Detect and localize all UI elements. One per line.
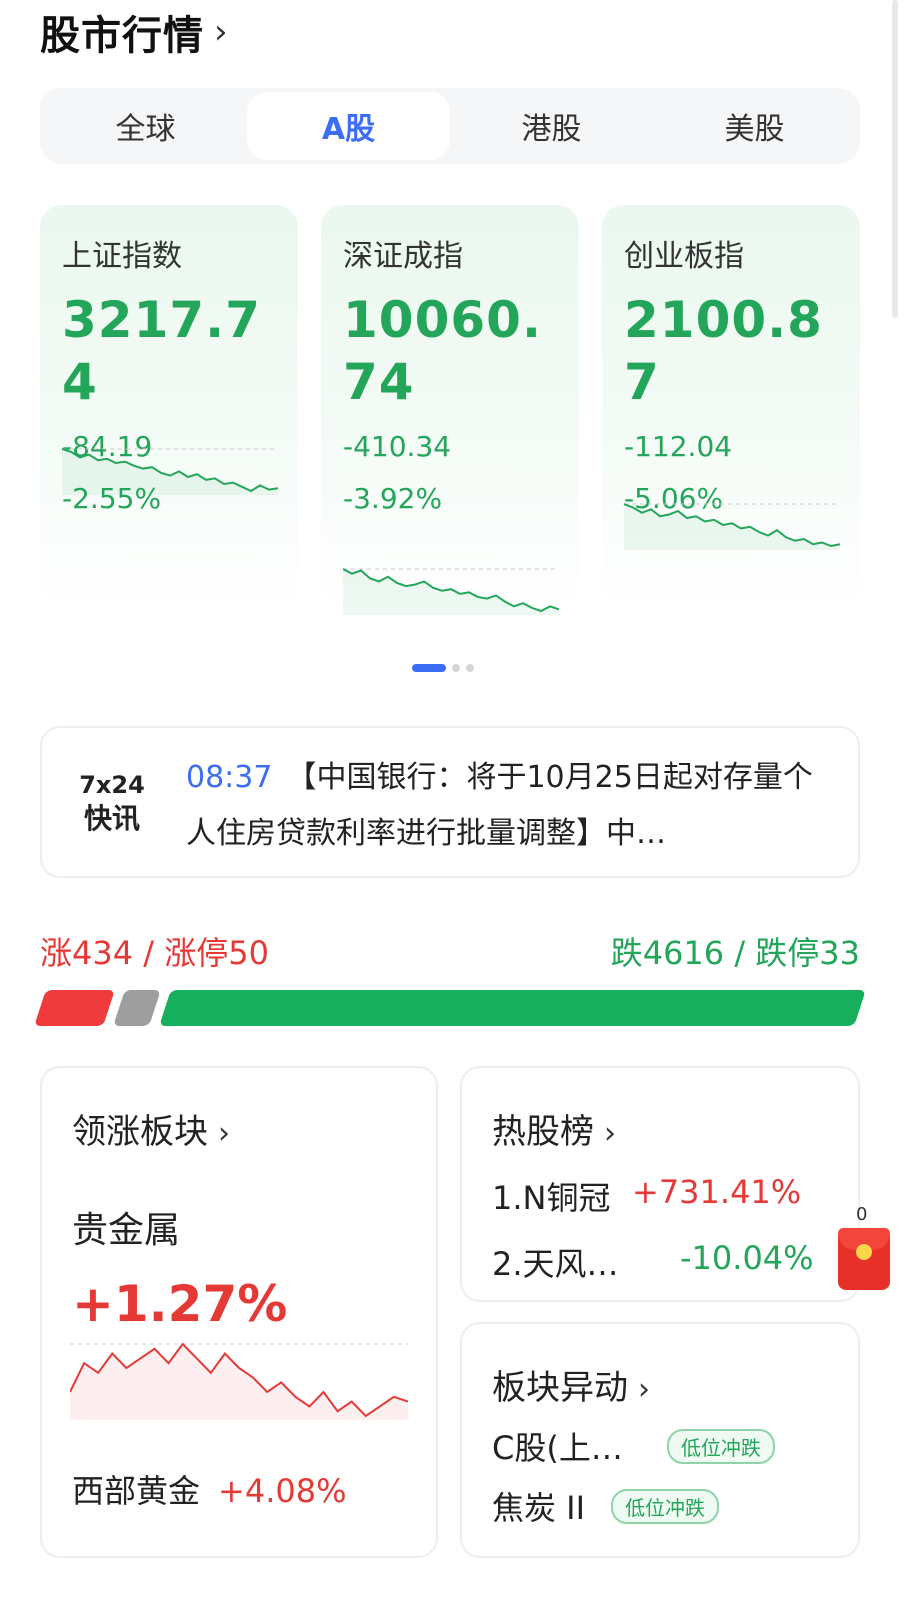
tab-a-shares[interactable]: A股 [247,92,450,160]
index-sparkline [62,448,278,495]
index-change: -112.04 [624,430,733,463]
index-cards: 上证指数 3217.74 -84.19-2.55% 深证成指 10060.74 … [40,205,920,625]
sparkline-area [343,569,559,615]
hot-stock-item[interactable]: 1.N铜冠 +731.41% [492,1173,828,1219]
index-name: 创业板指 [624,239,744,274]
hot-stock-item[interactable]: 2.天风… -10.04% [492,1239,828,1285]
sector-movement-title: 板块异动 › [492,1360,828,1409]
movement-tag: 低位冲跌 [666,1428,775,1464]
pagination-dot[interactable] [466,664,474,672]
index-name: 深证成指 [343,239,463,274]
chevron-right-icon: › [214,12,228,52]
red-packet-coin [856,1244,872,1260]
index-change-row: -410.34 -3.92% [343,421,557,525]
leading-sector-sparkline [70,1342,408,1420]
leading-stock-name: 西部黄金 [72,1472,201,1510]
index-card-shanghai[interactable]: 上证指数 3217.74 -84.19-2.55% [40,205,298,613]
leading-sector-pct: +1.27% [72,1275,288,1333]
panel-title-text: 热股榜 [492,1112,594,1152]
carousel-pagination [412,664,474,672]
breadth-bar-up [34,990,115,1026]
chevron-right-icon: › [604,1116,616,1151]
pagination-dot-active[interactable] [412,664,446,672]
news-time: 08:37 [186,760,273,795]
leading-stock-pct: +4.08% [218,1472,347,1510]
sparkline-area [624,504,840,550]
breadth-bar [34,990,866,1026]
index-value: 10060.74 [343,291,542,411]
index-value: 3217.74 [62,291,261,411]
index-name: 上证指数 [62,239,182,274]
sector-movement-item[interactable]: C股(上… 低位冲跌 [492,1423,828,1469]
hot-stock-pct: +731.41% [632,1173,802,1211]
hot-stock-name: 1.N铜冠 [492,1179,611,1217]
red-packet-icon[interactable] [838,1228,890,1290]
leading-sector-name: 贵金属 [72,1210,181,1251]
page-title: 股市行情 [40,13,204,59]
movement-tag: 低位冲跌 [611,1488,720,1524]
index-sparkline [343,568,559,615]
hot-stocks-panel[interactable]: 热股榜 › 1.N铜冠 +731.41% 2.天风… -10.04% [460,1066,860,1302]
news-badge-line1: 7x24 [79,771,145,799]
leading-sector-panel[interactable]: 领涨板块 › 贵金属 +1.27% 西部黄金 +4.08% [40,1066,438,1558]
chevron-right-icon: › [218,1116,230,1151]
sector-movement-item[interactable]: 焦炭 II 低位冲跌 [492,1483,828,1529]
pagination-dot[interactable] [452,664,460,672]
news-flash-card[interactable]: 7x24 快讯 08:37 【中国银行：将于10月25日起对存量个人住房贷款利率进… [40,726,860,878]
leading-sector-title: 领涨板块 › [72,1104,406,1153]
index-change: -410.34 [343,430,452,463]
chevron-right-icon: › [638,1372,650,1407]
index-card-shenzhen[interactable]: 深证成指 10060.74 -410.34 -3.92% [321,205,579,615]
market-tabs: 全球 A股 港股 美股 [40,88,860,164]
panel-title-text: 板块异动 [492,1368,628,1408]
panel-title-text: 领涨板块 [72,1112,208,1152]
tab-us-shares[interactable]: 美股 [653,92,856,160]
tab-hk-shares[interactable]: 港股 [450,92,653,160]
section-header[interactable]: 股市行情 › [40,4,228,60]
market-breadth: 涨434 / 涨停50 跌4616 / 跌停33 [40,928,860,974]
sector-movement-name: C股(上… [492,1429,623,1467]
advancers-label: 涨434 / 涨停50 [40,934,269,972]
news-badge: 7x24 快讯 [72,768,152,836]
tab-global[interactable]: 全球 [44,92,247,160]
news-headline: 08:37 【中国银行：将于10月25日起对存量个人住房贷款利率进行批量调整】中… [186,750,836,862]
news-badge-line2: 快讯 [83,802,140,835]
red-packet-count: 0 [856,1204,868,1225]
sector-movement-panel[interactable]: 板块异动 › C股(上… 低位冲跌 焦炭 II 低位冲跌 [460,1322,860,1558]
index-value: 2100.87 [624,291,823,411]
breadth-bar-flat [112,990,161,1026]
hot-stock-pct: -10.04% [680,1239,814,1277]
hot-stock-name: 2.天风… [492,1245,619,1283]
index-pct: -3.92% [343,482,443,515]
index-sparkline [624,503,840,550]
breadth-bar-down [158,990,866,1026]
leading-stock: 西部黄金 +4.08% [72,1466,346,1512]
sector-movement-name: 焦炭 II [492,1489,586,1527]
news-text: 【中国银行：将于10月25日起对存量个人住房贷款利率进行批量调整】中… [186,760,813,851]
decliners-label: 跌4616 / 跌停33 [610,934,860,972]
index-card-chinext[interactable]: 创业板指 2100.87 -112.04 -5.06% [602,205,860,613]
hot-stocks-title: 热股榜 › [492,1104,828,1153]
